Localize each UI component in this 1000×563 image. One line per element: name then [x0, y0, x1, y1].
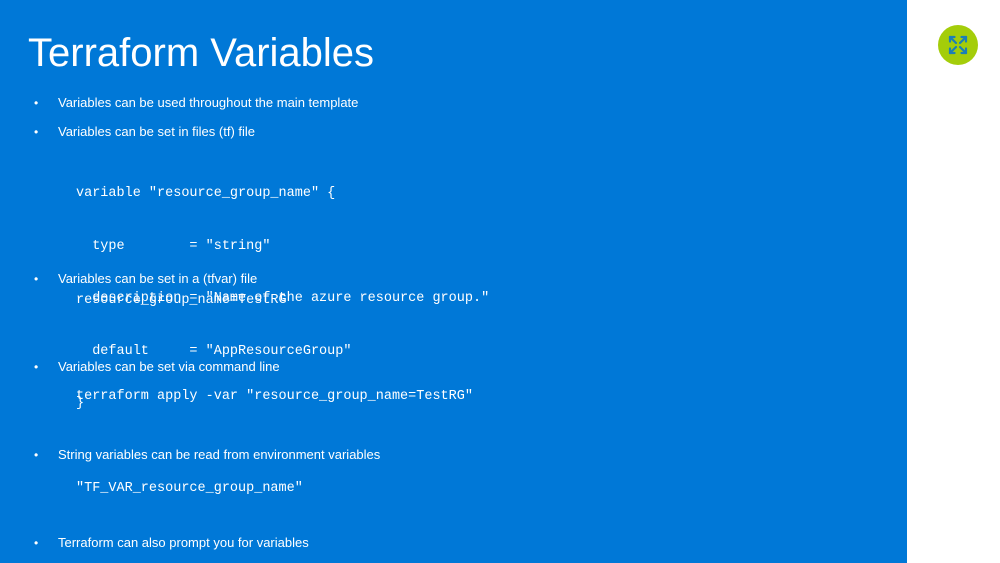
bullet-item: • Variables can be set via command line	[34, 359, 280, 375]
bullet-marker: •	[34, 125, 39, 139]
page-title: Terraform Variables	[28, 31, 375, 75]
code-tfvar: resource_group_name=TestRG	[76, 293, 287, 308]
logo	[938, 25, 978, 65]
bullet-text: Variables can be used throughout the mai…	[58, 95, 359, 110]
code-line: default = "AppResourceGroup"	[76, 343, 352, 359]
bullet-marker: •	[34, 272, 39, 286]
bullet-item: • String variables can be read from envir…	[34, 447, 380, 463]
bullet-item: • Variables can be used throughout the ma…	[34, 95, 358, 111]
bullet-item: • Variables can be set in a (tfvar) file	[34, 271, 257, 287]
bullet-marker: •	[34, 448, 39, 462]
bullet-text: Variables can be set in files (tf) file	[58, 124, 256, 139]
bullet-text: Variables can be set via command line	[58, 359, 280, 374]
code-env: "TF_VAR_resource_group_name"	[76, 481, 303, 496]
code-line: variable "resource_group_name" {	[76, 186, 336, 201]
bullet-marker: •	[34, 96, 39, 110]
right-margin-strip	[907, 0, 1000, 563]
bullet-marker: •	[34, 536, 39, 550]
expand-arrows-icon	[948, 35, 968, 55]
bullet-item: • Terraform can also prompt you for varia…	[34, 535, 309, 551]
bullet-text: Variables can be set in a (tfvar) file	[58, 271, 258, 286]
bullet-item: • Variables can be set in files (tf) file	[34, 124, 255, 140]
bullet-text: Terraform can also prompt you for variab…	[58, 535, 309, 550]
code-cli: terraform apply -var "resource_group_nam…	[76, 389, 473, 404]
bullet-text: String variables can be read from enviro…	[58, 447, 381, 462]
bullet-marker: •	[34, 360, 39, 374]
code-line: type = "string"	[76, 238, 271, 254]
